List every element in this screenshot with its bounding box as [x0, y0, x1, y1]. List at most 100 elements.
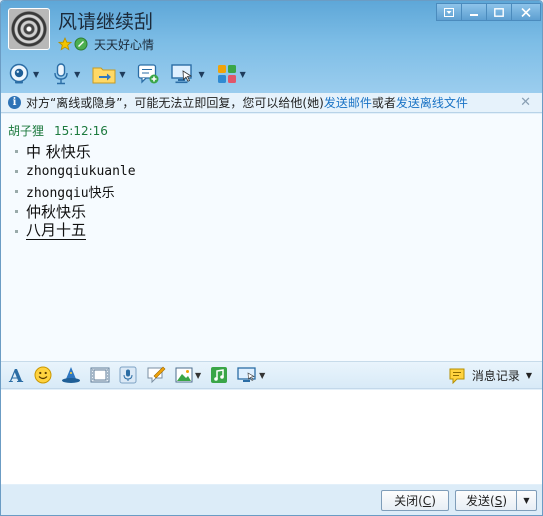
send-offline-file-link[interactable]: 发送离线文件: [396, 94, 468, 111]
webcam-button[interactable]: ▼: [8, 61, 39, 87]
webcam-icon: [9, 63, 29, 84]
message-header: 胡子狸 15:12:16: [8, 122, 108, 139]
image-button[interactable]: ▼: [175, 366, 201, 384]
window-controls: [436, 3, 541, 21]
file-transfer-icon: [92, 67, 116, 84]
bullet-icon: [15, 189, 18, 193]
remote-desktop-icon: [171, 64, 193, 84]
sender-name: 胡子狸: [8, 124, 45, 138]
webcam-dropdown-icon[interactable]: ▼: [33, 70, 39, 79]
minimize-icon: [470, 13, 478, 16]
close-window-button[interactable]: [511, 3, 541, 21]
message-line: 仲秋快乐: [15, 201, 136, 221]
maximize-icon: [494, 7, 504, 17]
message-time: 15:12:16: [54, 124, 108, 138]
status-row: 天天好心情: [58, 36, 154, 52]
screen-capture-button[interactable]: ▼: [237, 366, 265, 384]
add-chat-button[interactable]: [137, 61, 159, 87]
send-email-link[interactable]: 发送邮件: [324, 94, 372, 111]
chat-toolbar: ▼ ▼ ▼ ▼ ▼: [8, 61, 258, 87]
close-button-label-end: ): [431, 493, 436, 508]
remote-dropdown-icon[interactable]: ▼: [198, 70, 204, 79]
smiley-icon: [34, 366, 52, 384]
microphone-icon: [119, 366, 137, 384]
send-button-label: 发送(: [466, 494, 495, 508]
message-history-button[interactable]: 消息记录 ▼: [448, 367, 532, 384]
font-button[interactable]: A: [7, 366, 25, 384]
close-notice-icon[interactable]: ✕: [520, 95, 531, 110]
send-button[interactable]: 发送(S): [455, 490, 517, 511]
message-text: 八月十五: [26, 221, 87, 240]
message-line: 八月十五: [15, 221, 136, 241]
screenshot-button[interactable]: [90, 366, 110, 384]
info-icon: i: [8, 96, 21, 109]
close-icon: [521, 7, 531, 17]
star-icon: [58, 37, 72, 51]
voice-message-button[interactable]: [119, 366, 137, 384]
history-dropdown-icon[interactable]: ▼: [526, 371, 532, 380]
note-pencil-icon: [147, 366, 166, 384]
apps-icon: [217, 65, 236, 83]
message-text: 仲秋快乐: [26, 202, 87, 221]
window-header: 风请继续刮 天天好心情 ▼ ▼ ▼ ▼ ▼: [1, 1, 542, 93]
capture-dropdown-icon[interactable]: ▼: [259, 371, 265, 380]
chat-history-icon: [449, 368, 465, 384]
send-options-button[interactable]: ▼: [516, 490, 537, 511]
notice-text: 对方“离线或隐身”，可能无法立即回复，您可以给他(她): [26, 96, 324, 110]
minimize-button[interactable]: [461, 3, 487, 21]
message-line: zhongqiu快乐: [15, 181, 136, 201]
svg-text:A: A: [8, 366, 24, 384]
message-history-label: 消息记录: [471, 369, 520, 383]
music-button[interactable]: [210, 366, 228, 384]
font-icon: A: [8, 366, 24, 384]
message-line: zhongqiukuanle: [15, 161, 136, 181]
avatar[interactable]: [8, 8, 50, 50]
bullet-icon: [15, 169, 18, 173]
message-input[interactable]: [1, 390, 542, 484]
send-button-hotkey: S: [494, 493, 503, 508]
voice-dropdown-icon[interactable]: ▼: [74, 70, 80, 79]
add-chat-icon: [138, 64, 159, 84]
message-list: 中 秋快乐 zhongqiukuanle zhongqiu快乐 仲秋快乐 八月十…: [15, 141, 136, 241]
close-button-label: 关闭(: [394, 494, 423, 508]
bullet-icon: [15, 209, 18, 213]
image-dropdown-icon[interactable]: ▼: [195, 371, 201, 380]
file-dropdown-icon[interactable]: ▼: [119, 70, 125, 79]
message-text: zhongqiu快乐: [26, 185, 115, 201]
skin-menu-button[interactable]: [436, 3, 462, 21]
file-transfer-button[interactable]: ▼: [92, 61, 125, 87]
film-icon: [90, 367, 110, 383]
emoji-button[interactable]: [34, 366, 52, 384]
personal-signature[interactable]: 天天好心情: [94, 36, 154, 53]
notice-or-text: 或者: [371, 96, 396, 110]
message-history-area[interactable]: 胡子狸 15:12:16 中 秋快乐 zhongqiukuanle zhongqi…: [1, 114, 542, 362]
bullet-icon: [15, 229, 18, 233]
apps-dropdown-icon[interactable]: ▼: [240, 70, 246, 79]
scribble-button[interactable]: [146, 366, 166, 384]
action-bar: 关闭(C) 发送(S) ▼: [1, 485, 542, 515]
voice-button[interactable]: ▼: [51, 61, 80, 87]
offline-notice-bar: i 对方“离线或隐身”，可能无法立即回复，您可以给他(她) 发送邮件 或者 发送…: [1, 93, 542, 113]
input-toolbar: A ▼ ▼ 消息记录 ▼: [1, 362, 542, 389]
close-button[interactable]: 关闭(C): [381, 490, 449, 511]
menu-icon: [444, 7, 454, 17]
wizard-hat-icon: [62, 367, 80, 383]
bullet-icon: [15, 149, 18, 153]
remote-desktop-button[interactable]: ▼: [171, 61, 205, 87]
music-icon: [211, 367, 228, 383]
chevron-down-icon: ▼: [523, 496, 530, 505]
shake-button[interactable]: [61, 366, 81, 384]
image-icon: [175, 367, 193, 383]
maximize-button[interactable]: [486, 3, 512, 21]
message-text: zhongqiukuanle: [26, 163, 136, 179]
signature-edit-icon[interactable]: [74, 37, 88, 51]
send-button-label-end: ): [502, 493, 507, 508]
contact-name: 风请继续刮: [58, 11, 154, 33]
message-text: 中 秋快乐: [26, 142, 91, 161]
close-button-hotkey: C: [422, 493, 432, 508]
apps-button[interactable]: ▼: [217, 61, 246, 87]
monitor-icon: [237, 367, 256, 382]
chat-window: 风请继续刮 天天好心情 ▼ ▼ ▼ ▼ ▼ i 对方“离线或隐身”，可能无法立即…: [0, 0, 543, 516]
microphone-icon: [54, 63, 68, 85]
message-line: 中 秋快乐: [15, 141, 136, 161]
